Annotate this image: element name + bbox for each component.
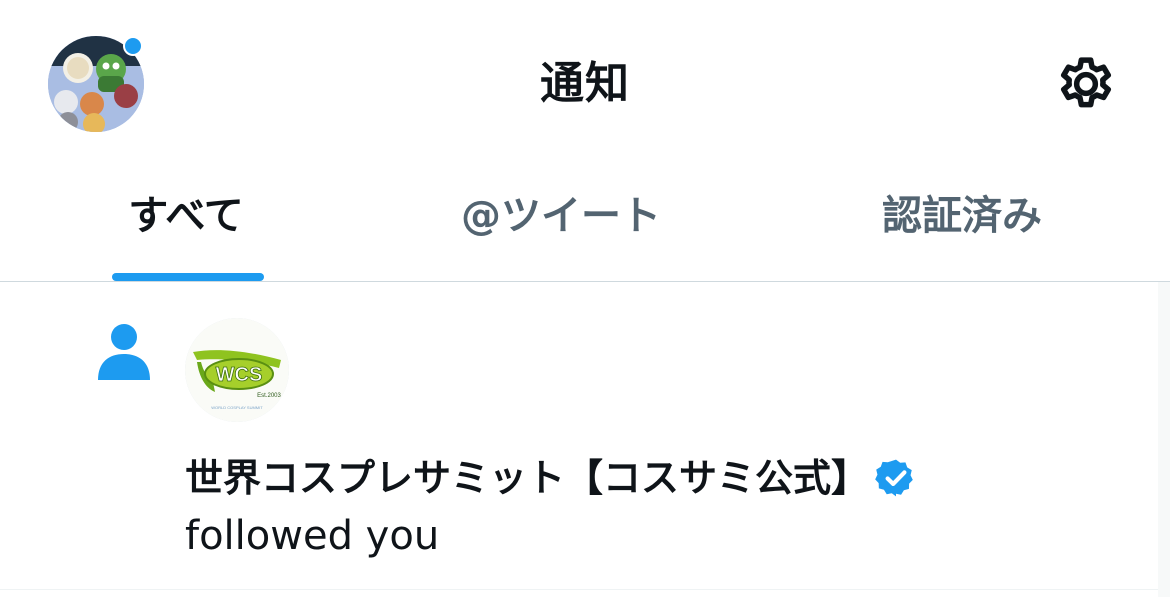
settings-button[interactable] — [1048, 46, 1124, 122]
gear-icon — [1060, 57, 1112, 108]
notification-item[interactable]: WCS Est.2003 WORLD COSPLAY SUMMIT 世界コスプレ… — [0, 282, 1170, 590]
wcs-logo: WCS Est.2003 WORLD COSPLAY SUMMIT — [185, 318, 289, 422]
wcs-logo-subtext: Est.2003 — [257, 393, 281, 399]
tab-all-label: すべて — [128, 193, 244, 239]
tab-mentions[interactable]: @ツイート — [436, 160, 686, 281]
verified-badge-icon — [875, 459, 913, 497]
active-tab-indicator — [112, 273, 264, 281]
scroll-edge — [1158, 282, 1170, 597]
notification-action-text: followed you — [185, 513, 440, 559]
page-title: 通知 — [540, 58, 630, 109]
account-line: 世界コスプレサミット【コスサミ公式】 — [185, 450, 917, 506]
person-icon — [98, 324, 150, 380]
notification-tabs: すべて @ツイート 認証済み — [0, 160, 1170, 282]
tab-verified[interactable]: 認証済み — [860, 160, 1064, 281]
account-avatar[interactable]: WCS Est.2003 WORLD COSPLAY SUMMIT — [185, 318, 289, 422]
wcs-logo-text: WCS — [216, 364, 263, 386]
tab-all[interactable]: すべて — [88, 160, 284, 281]
wcs-logo-caption: WORLD COSPLAY SUMMIT — [211, 405, 263, 410]
top-header: 通知 — [0, 0, 1170, 160]
notification-dot — [123, 36, 143, 56]
account-name[interactable]: 世界コスプレサミット【コスサミ公式】 — [185, 450, 869, 506]
tab-mentions-label: @ツイート — [461, 193, 661, 239]
tab-verified-label: 認証済み — [882, 193, 1042, 239]
